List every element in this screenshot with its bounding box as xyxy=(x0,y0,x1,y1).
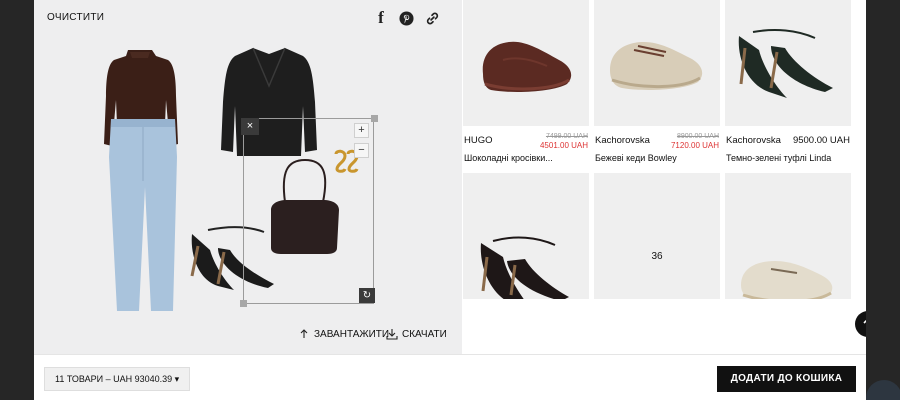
product-name: Темно-зелені туфлі Linda xyxy=(726,153,832,163)
delete-item-button[interactable]: × xyxy=(241,118,259,135)
product-sale-price: 7120.00 UAH xyxy=(670,141,719,150)
upload-icon xyxy=(300,329,308,338)
product-image xyxy=(725,173,851,299)
link-icon[interactable] xyxy=(423,9,441,27)
add-to-cart-button[interactable]: ДОДАТИ ДО КОШИКА xyxy=(717,366,856,392)
facebook-icon[interactable]: f xyxy=(372,8,390,27)
jeans-image[interactable] xyxy=(107,117,179,313)
pinterest-icon[interactable] xyxy=(397,9,415,27)
product-name: Бежеві кеди Bowley xyxy=(595,153,677,163)
product-card[interactable]: HUGO 7499.00 UAH 4501.00 UAH Шоколадні к… xyxy=(463,0,589,166)
upload-button[interactable]: ЗАВАНТАЖИТИ xyxy=(298,327,389,341)
resize-handle-top-right[interactable] xyxy=(371,115,378,122)
zoom-in-button[interactable]: + xyxy=(354,123,369,138)
rotate-button[interactable]: ↻ xyxy=(359,288,375,303)
download-icon xyxy=(386,329,398,340)
product-card[interactable]: 36 xyxy=(594,173,720,299)
product-card[interactable] xyxy=(463,173,589,299)
product-brand: Kachorovska xyxy=(595,135,650,146)
product-card[interactable]: Kachorovska 9500.00 UAH Темно-зелені туф… xyxy=(725,0,851,166)
product-card[interactable] xyxy=(725,173,851,299)
scroll-top-button[interactable] xyxy=(855,311,866,337)
product-image xyxy=(725,0,851,126)
bottom-bar: 11 ТОВАРИ – UAH 93040.39 ▾ ДОДАТИ ДО КОШ… xyxy=(34,354,866,400)
product-meta: HUGO 7499.00 UAH 4501.00 UAH Шоколадні к… xyxy=(463,126,589,166)
product-image: 36 xyxy=(594,173,720,299)
product-name: Шоколадні кросівки... xyxy=(464,153,553,163)
outfit-canvas[interactable]: × + − ↻ xyxy=(34,34,462,324)
arrow-up-icon xyxy=(863,319,866,324)
product-old-price: 7499.00 UAH xyxy=(545,133,588,140)
clear-button[interactable]: ОЧИСТИТИ xyxy=(47,12,104,23)
product-image xyxy=(463,173,589,299)
product-meta: Kachorovska 8900.00 UAH 7120.00 UAH Беже… xyxy=(594,126,720,166)
items-total-dropdown[interactable]: 11 ТОВАРИ – UAH 93040.39 ▾ xyxy=(44,367,191,391)
product-brand: HUGO xyxy=(464,135,493,146)
download-button[interactable]: СКАЧАТИ xyxy=(386,327,447,341)
outfit-canvas-panel: ОЧИСТИТИ f × + − ↻ ЗАВАНТАЖИТИ СКАЧАТИ xyxy=(34,0,462,354)
product-old-price: 8900.00 UAH xyxy=(676,133,719,140)
product-count: 36 xyxy=(651,251,663,262)
product-brand: Kachorovska xyxy=(726,135,781,146)
resize-handle-bottom-left[interactable] xyxy=(240,300,247,307)
download-label: СКАЧАТИ xyxy=(402,328,447,340)
product-card[interactable]: Kachorovska 8900.00 UAH 7120.00 UAH Беже… xyxy=(594,0,720,166)
product-image xyxy=(594,0,720,126)
chat-widget-icon[interactable] xyxy=(866,380,900,400)
zoom-out-button[interactable]: − xyxy=(354,143,369,158)
outfit-builder-modal: ОЧИСТИТИ f × + − ↻ ЗАВАНТАЖИТИ СКАЧАТИ H… xyxy=(34,0,866,400)
product-sale-price: 4501.00 UAH xyxy=(539,141,588,150)
upload-label: ЗАВАНТАЖИТИ xyxy=(314,328,390,340)
product-grid: HUGO 7499.00 UAH 4501.00 UAH Шоколадні к… xyxy=(462,0,866,354)
product-meta: Kachorovska 9500.00 UAH Темно-зелені туф… xyxy=(725,126,851,166)
product-price: 9500.00 UAH xyxy=(792,135,850,146)
product-image xyxy=(463,0,589,126)
